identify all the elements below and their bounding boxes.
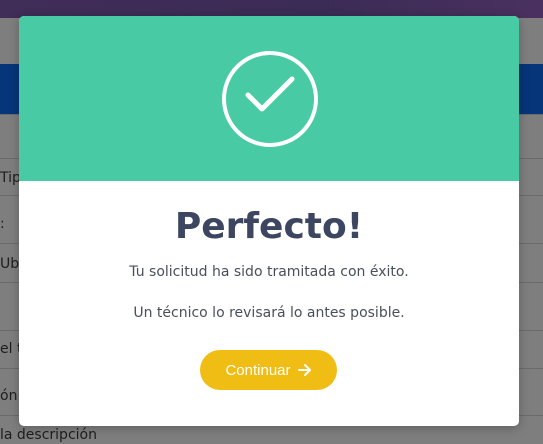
success-modal: Perfecto! Tu solicitud ha sido tramitada… [19, 16, 519, 426]
background-field-label: : [0, 216, 5, 232]
modal-header [19, 16, 519, 181]
review-message: Un técnico lo revisará lo antes posible. [133, 305, 405, 321]
check-circle-icon [222, 51, 318, 147]
background-field-label: Tip [0, 170, 21, 186]
modal-title: Perfecto! [174, 206, 364, 247]
background-field-placeholder: la descripción [0, 427, 97, 443]
checkmark-icon [245, 76, 295, 112]
continue-button-label: Continuar [225, 361, 291, 379]
arrow-right-icon [297, 364, 311, 376]
success-message: Tu solicitud ha sido tramitada con éxito… [129, 264, 409, 280]
continue-button[interactable]: Continuar [200, 350, 337, 390]
background-field-label: Ub [0, 256, 20, 272]
